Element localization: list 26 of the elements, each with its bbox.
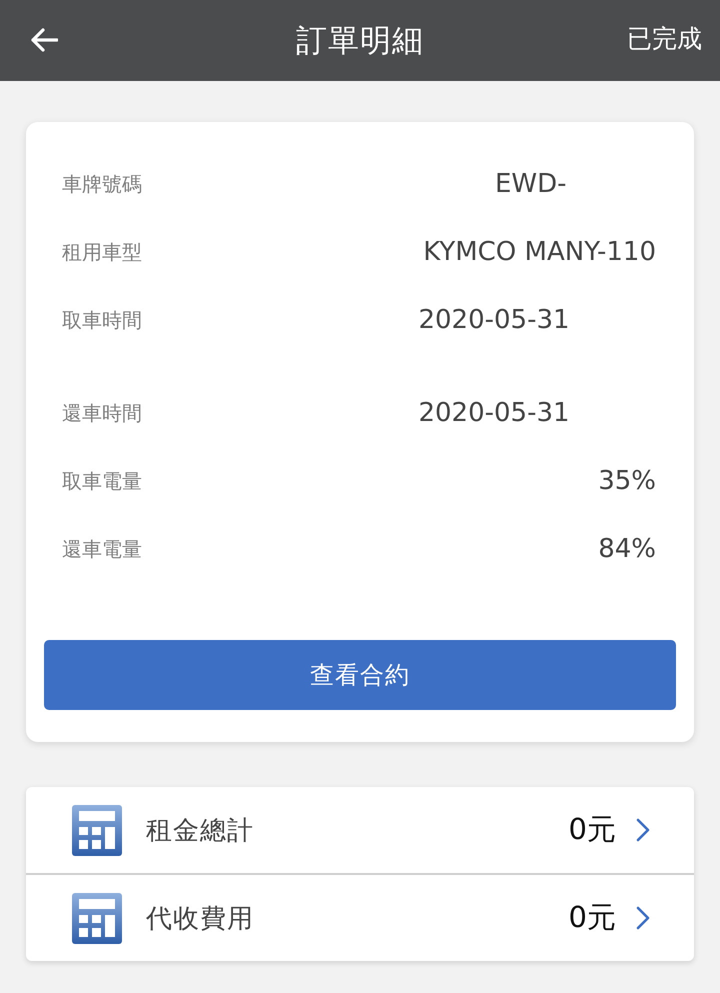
- detail-value: 2020-05-31: [418, 305, 570, 335]
- detail-value: 35%: [598, 466, 656, 496]
- detail-label: 車牌號碼: [61, 170, 143, 198]
- chevron-right-icon: [636, 818, 650, 842]
- detail-value: 84%: [598, 534, 656, 564]
- fee-label: 租金總計: [146, 814, 255, 848]
- detail-value: 2020-05-31: [418, 398, 570, 428]
- back-arrow-icon: [30, 28, 58, 52]
- detail-label: 租用車型: [61, 238, 143, 266]
- detail-value: EWD-: [495, 169, 567, 199]
- view-contract-button[interactable]: 查看合約: [44, 640, 676, 710]
- detail-label: 取車電量: [61, 468, 143, 494]
- fee-amount: 0元: [568, 899, 616, 936]
- calculator-icon: [72, 804, 122, 856]
- detail-label: 還車電量: [61, 536, 143, 562]
- order-status: 已完成: [627, 23, 702, 55]
- calculator-icon: [72, 892, 122, 944]
- page-title: 訂單明細: [296, 22, 424, 60]
- fee-list-item[interactable]: 租金總計 0元: [26, 787, 694, 873]
- chevron-right-icon: [636, 906, 650, 930]
- fee-label: 代收費用: [146, 902, 255, 936]
- detail-label: 還車時間: [61, 400, 143, 426]
- fee-amount: 0元: [568, 811, 616, 848]
- detail-value: KYMCO MANY-110: [423, 237, 656, 267]
- fee-list-item[interactable]: 代收費用 0元: [26, 873, 694, 961]
- detail-label: 取車時間: [61, 306, 143, 334]
